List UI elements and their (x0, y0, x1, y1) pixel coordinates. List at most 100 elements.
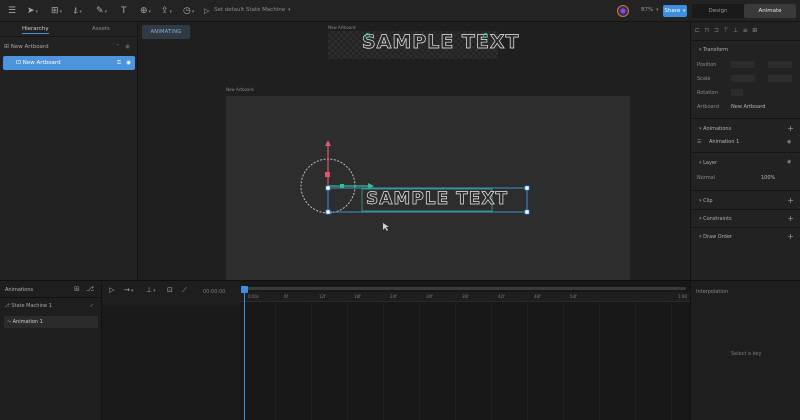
key-filter-icon[interactable]: ⊡ (167, 286, 173, 294)
scale-x-field[interactable] (731, 75, 755, 82)
constraints-section-title[interactable]: Constraints (699, 216, 732, 222)
divider (691, 152, 800, 153)
add-animation-folder-icon[interactable]: ⊞ (74, 285, 80, 293)
animations-section-title[interactable]: Animations (699, 126, 731, 132)
artboard-icon: ⊡ (16, 59, 22, 66)
resize-handle (524, 209, 530, 215)
artboard-icon: ⊞ (4, 43, 10, 50)
mouse-cursor (383, 223, 389, 231)
scale-y-field[interactable] (768, 75, 792, 82)
y-axis-arrowhead (325, 140, 331, 146)
resize-handle (524, 185, 530, 191)
layer-visibility-icon[interactable]: ◉ (787, 159, 791, 165)
history-icon[interactable]: ◷▾ (183, 4, 194, 18)
add-state-machine-icon[interactable]: ⎇ (86, 285, 94, 293)
opacity-value[interactable]: 100% (761, 175, 775, 181)
visibility-icon[interactable]: ◉ (125, 41, 130, 53)
align-top-icon[interactable]: ⊤ (723, 27, 733, 34)
select-tool-icon[interactable]: ➤▾ (27, 4, 38, 18)
mode-switch: Design Animate (692, 4, 796, 18)
state-machine-icon: ⎇ (4, 303, 10, 309)
animation-item-label[interactable]: Animation 1 (709, 139, 739, 145)
align-middle-icon[interactable]: ⊥ (733, 27, 743, 34)
add-constraint-icon[interactable]: + (787, 215, 794, 223)
draw-order-section-title[interactable]: Draw Order (699, 234, 732, 240)
tick-label: 42f (498, 294, 505, 299)
timeline-track[interactable]: 0:00s 6f 12f 18f 24f 30f 36f 42f 48f 54f… (240, 281, 690, 420)
position-x-field[interactable] (731, 61, 755, 68)
divider (691, 227, 800, 228)
position-label: Position (697, 62, 717, 68)
resize-handle (325, 209, 331, 215)
animation-list-item[interactable]: ⤳ Animation 1 (4, 316, 98, 328)
snap-icon[interactable]: ⊥▾ (146, 286, 156, 294)
tick-label: 12f (319, 294, 326, 299)
inspector-panel: ⊏⊓⊐⊤⊥≡⊞ Transform Position Scale Rotatio… (690, 22, 800, 280)
timeline-grid (240, 303, 690, 420)
rotation-label: Rotation (697, 90, 718, 96)
interpolation-panel: Interpolation Select a key (690, 281, 800, 420)
align-right-icon[interactable]: ⊐ (714, 27, 724, 34)
layer-section-title[interactable]: Layer (699, 160, 717, 166)
playhead-handle[interactable] (241, 286, 248, 293)
tree-item-label: New Artboard (22, 60, 61, 66)
divider (691, 209, 800, 210)
position-y-field[interactable] (768, 61, 792, 68)
menu-icon[interactable]: ☰ (8, 4, 16, 18)
artboard-prop-value[interactable]: New Artboard (731, 104, 765, 110)
tab-assets[interactable]: Assets (92, 26, 110, 32)
add-draw-order-icon[interactable]: + (787, 233, 794, 241)
animation-list-item-label: Animation 1 (12, 319, 43, 325)
collapse-icon[interactable]: ⌃ (115, 41, 120, 53)
state-machine-item[interactable]: ⎇ State Machine 1 ✓ (4, 301, 98, 311)
animation-visibility-icon[interactable]: ◉ (787, 139, 791, 145)
state-machine-label: State Machine 1 (11, 303, 52, 309)
playhead[interactable] (244, 287, 245, 420)
align-left-icon[interactable]: ⊏ (695, 27, 705, 34)
curve-icon[interactable]: ⟋ (182, 286, 187, 295)
visibility-icon[interactable]: ◉ (126, 56, 131, 70)
top-toolbar: ☰ ➤▾ ⊞▾ ⍋▾ ✎▾ T ⊕▾ ⇪▾ ◷▾ ▷ Set default S… (0, 0, 800, 22)
rotation-field[interactable] (731, 89, 743, 96)
align-center-icon[interactable]: ⊓ (705, 27, 714, 34)
play-icon[interactable]: ▷ (109, 286, 114, 294)
divider (0, 36, 138, 37)
design-mode-button[interactable]: Design (692, 4, 744, 18)
pen-tool-icon[interactable]: ✎▾ (96, 4, 107, 18)
stage-canvas[interactable]: ANIMATING New Artboard SAMPLE TEXT New A… (138, 22, 690, 280)
align-toolbar[interactable]: ⊏⊓⊐⊤⊥≡⊞ (695, 27, 799, 35)
check-icon[interactable]: ✓ (90, 301, 94, 311)
bone-tool-icon[interactable]: ⍋▾ (73, 4, 82, 18)
add-clip-icon[interactable]: + (787, 197, 794, 205)
blend-mode-value[interactable]: Normal (697, 175, 715, 181)
clip-section-title[interactable]: Clip (699, 198, 712, 204)
timeline-scrollbar[interactable] (242, 287, 686, 290)
tick-label: 1:00 (678, 294, 687, 299)
key-icon[interactable]: ⚿ (117, 56, 121, 70)
transform-title[interactable]: Transform (699, 47, 728, 53)
tab-hierarchy[interactable]: Hierarchy (22, 26, 49, 34)
align-bottom-icon[interactable]: ≡ (743, 27, 753, 34)
divider (691, 190, 800, 191)
scale-label: Scale (697, 76, 711, 82)
export-icon[interactable]: ⇪▾ (161, 4, 172, 18)
sample-text-main[interactable]: SAMPLE TEXT (366, 189, 508, 210)
artboard-tool-icon[interactable]: ⊞▾ (51, 4, 62, 18)
animate-mode-button[interactable]: Animate (744, 4, 796, 18)
text-tool-icon[interactable]: T (121, 4, 127, 18)
add-animation-icon[interactable]: + (787, 125, 794, 133)
user-avatar[interactable] (617, 5, 629, 17)
loop-icon[interactable]: →▾ (124, 286, 133, 294)
add-icon[interactable]: ⊕▾ (140, 4, 151, 18)
distribute-icon[interactable]: ⊞ (752, 27, 762, 34)
tree-item-artboard-selected[interactable]: ⊡ New Artboard ⚿ ◉ (3, 56, 135, 70)
zoom-level[interactable]: 87% ▾ (641, 7, 659, 13)
time-display: 00:00:00 (203, 289, 226, 295)
share-button[interactable]: Share ▾ (663, 5, 687, 17)
tree-item-artboard[interactable]: ⊞ New Artboard ⌃ ◉ (4, 41, 134, 53)
animation-icon: ⤳ (7, 319, 12, 325)
tick-label: 6f (284, 294, 288, 299)
state-machine-selector[interactable]: Set default State Machine ▾ (214, 7, 290, 13)
tick-label: 24f (390, 294, 397, 299)
play-icon[interactable]: ▷ (204, 4, 209, 18)
